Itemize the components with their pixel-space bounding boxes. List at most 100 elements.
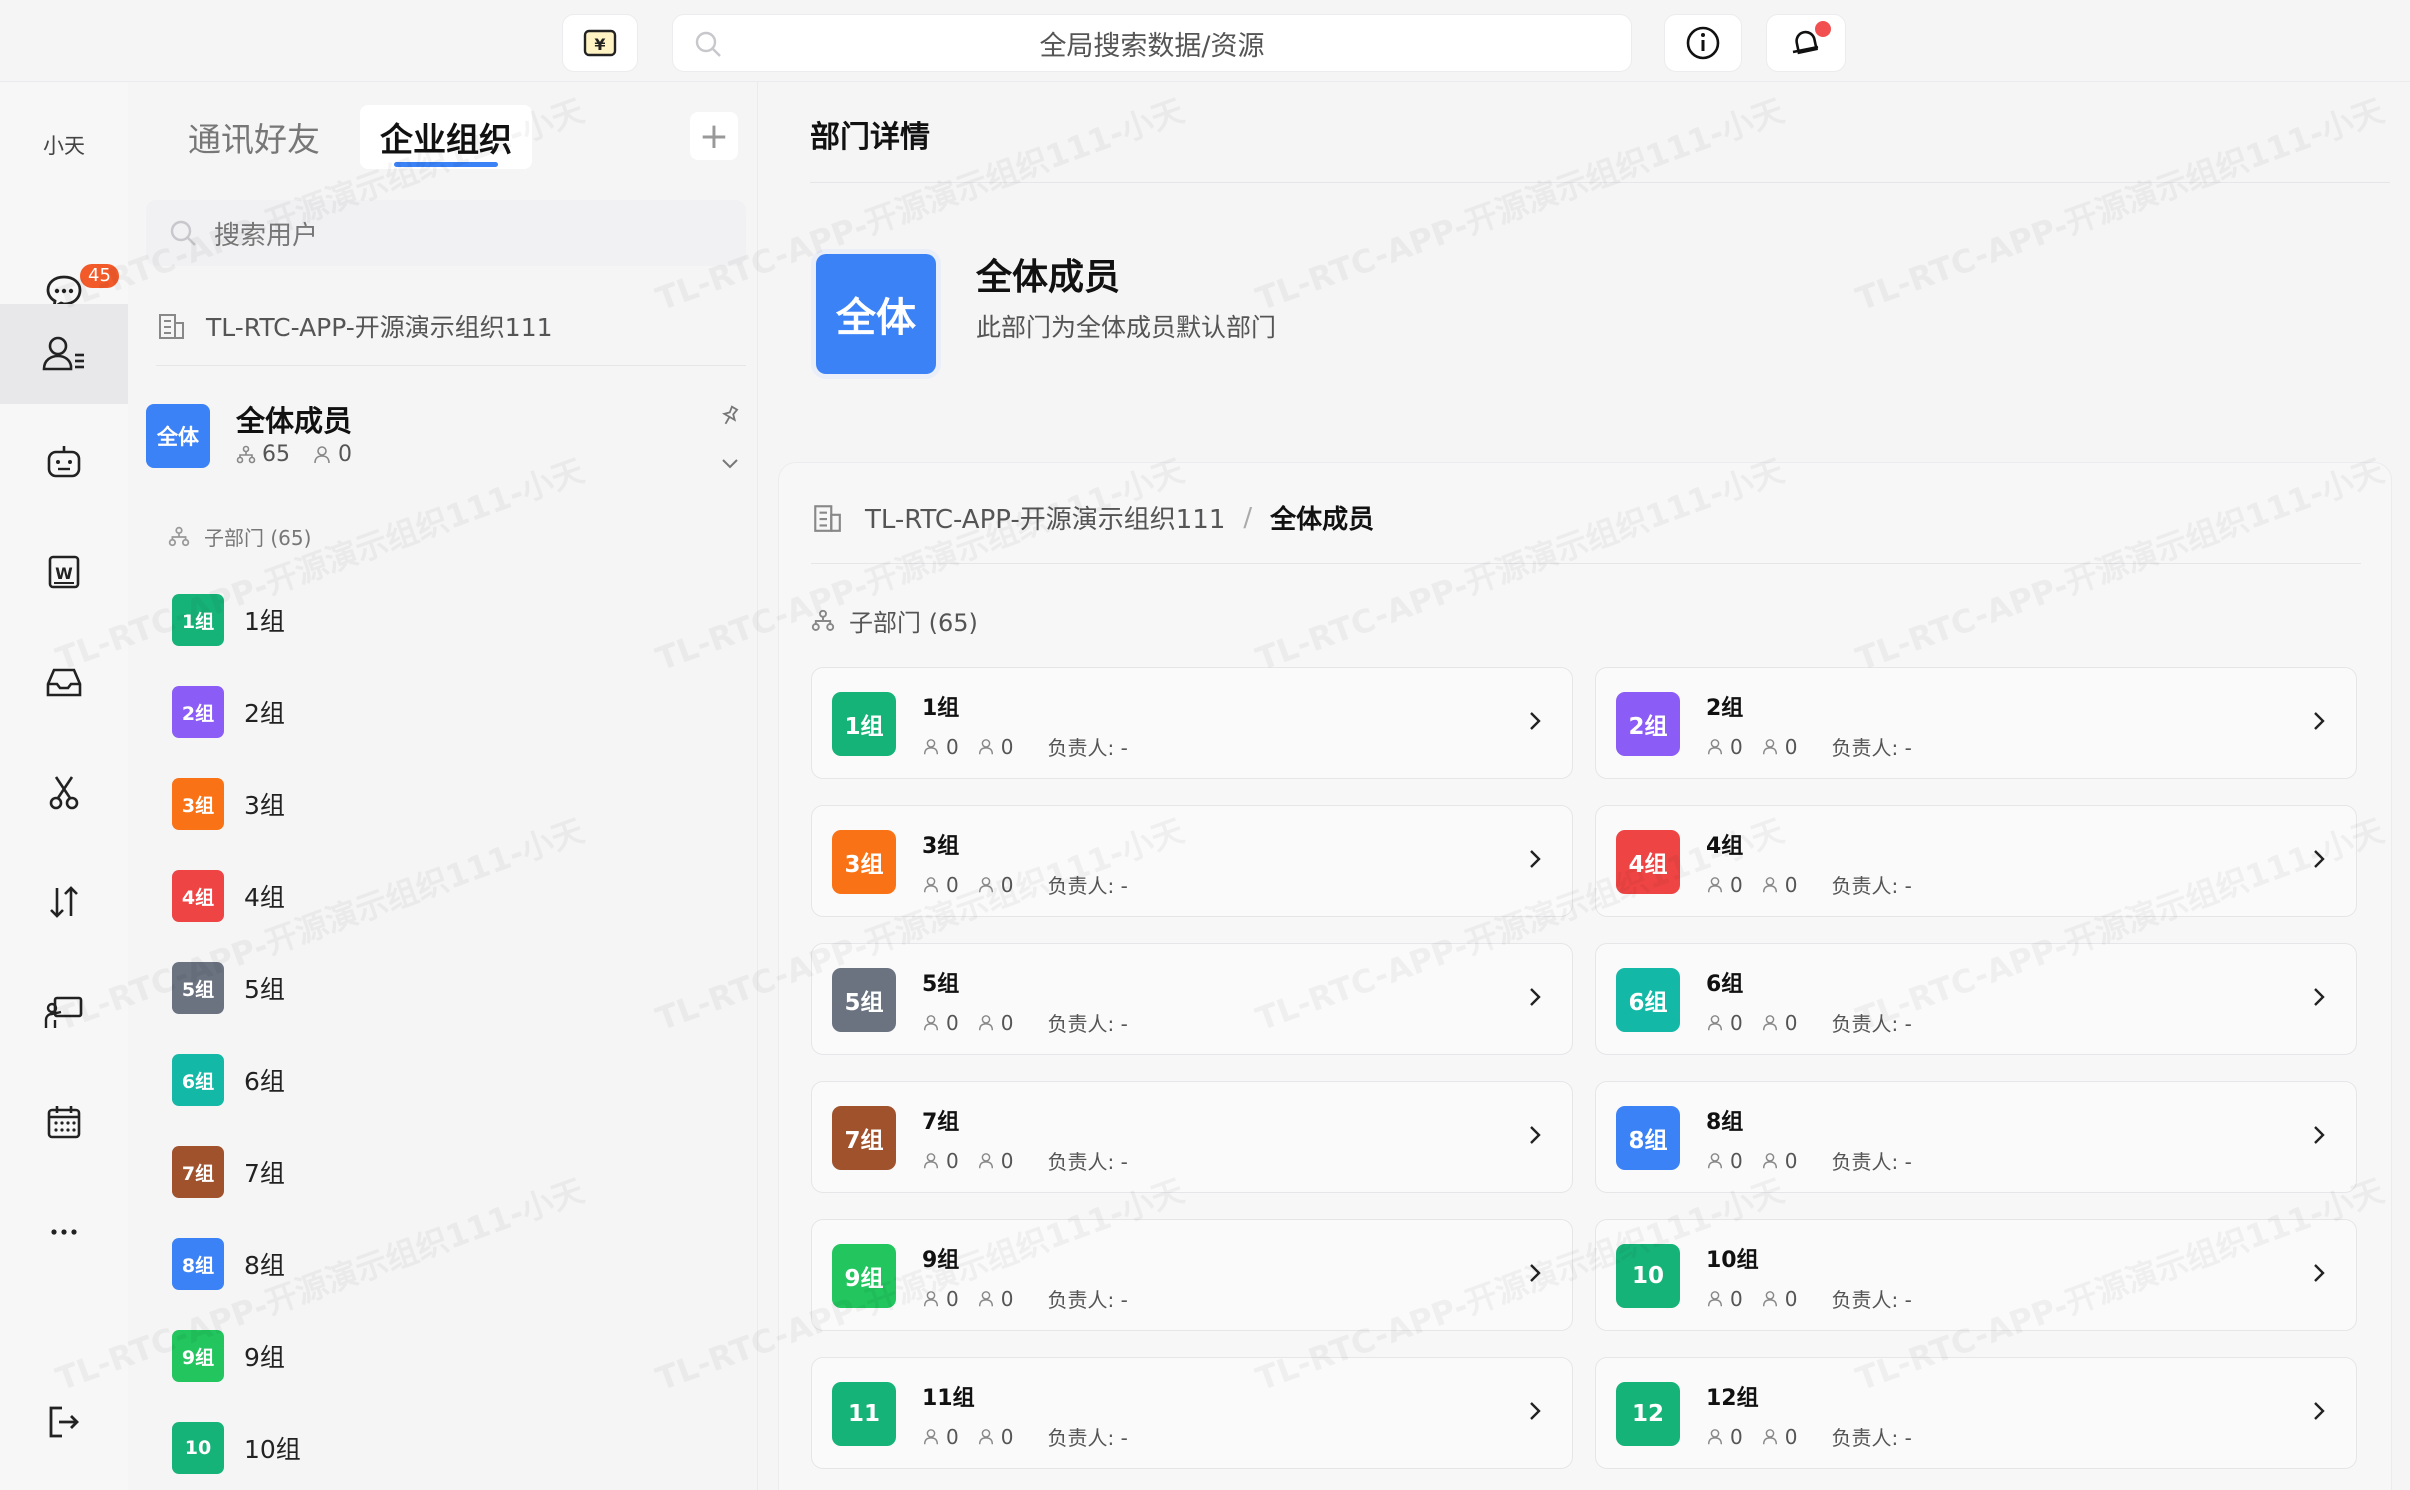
contacts-panel: 通讯好友 企业组织 + 搜索用户 TL-RTC-APP-开源演示组织111 全体… [128,82,758,1490]
pin-icon[interactable] [718,404,742,432]
payment-button[interactable]: ¥ [562,14,638,72]
admin-count: 0 [1000,1148,1014,1173]
department-leader: 负责人: - [1047,1150,1128,1174]
scissors-icon [49,776,79,810]
department-card[interactable]: 4组 4组 0 0 负责人: - [1595,805,2357,917]
department-leader: 负责人: - [1047,736,1128,760]
admin-count: 0 [1784,1424,1798,1449]
department-name: 5组 [922,972,960,997]
building-icon [814,504,841,532]
department-card[interactable]: 3组 3组 0 0 负责人: - [811,805,1573,917]
rail-inbox[interactable] [0,632,128,732]
admin-count: 0 [1000,1424,1014,1449]
tree-item[interactable]: 6组 6组 [172,1052,732,1108]
add-button[interactable]: + [690,112,738,160]
message-count-badge: 45 [80,264,119,288]
chevron-right-icon [2306,984,2332,1014]
tree-item[interactable]: 5组 5组 [172,960,732,1016]
rail-clip[interactable] [0,742,128,842]
payment-icon: ¥ [583,29,617,57]
member-count: 0 [946,734,959,759]
department-name: 1组 [922,696,960,721]
department-card[interactable]: 9组 9组 0 0 负责人: - [811,1219,1573,1331]
department-avatar: 10 [172,1422,224,1474]
search-icon [693,29,723,66]
all-members-member-count: 0 [338,442,352,467]
robot-icon [47,446,81,478]
notification-button[interactable] [1766,14,1846,72]
user-icon [978,876,993,892]
all-members-title: 全体成员 [236,404,353,438]
chevron-right-icon [1522,984,1548,1014]
department-card[interactable]: 2组 2组 0 0 负责人: - [1595,667,2357,779]
rail-more[interactable] [0,1182,128,1282]
admin-count: 0 [1000,734,1014,759]
info-button[interactable] [1664,14,1742,72]
chevron-right-icon [1522,708,1548,738]
all-members-item[interactable]: 全体 全体成员 65 0 [146,382,746,502]
department-name: 2组 [244,699,285,728]
department-card[interactable]: 1组 1组 0 0 负责人: - [811,667,1573,779]
sub-departments-heading: 子部门 (65) [168,522,311,551]
tree-item[interactable]: 7组 7组 [172,1144,732,1200]
member-count: 0 [1730,872,1743,897]
department-stats: 0 0 负责人: - [1706,1422,1912,1451]
rail-calendar[interactable] [0,1072,128,1172]
all-members-dept-count: 65 [262,442,290,467]
user-icon [923,738,939,754]
nav-rail: 小天 45 W [0,82,128,1490]
user-icon [978,1152,993,1168]
chevron-down-icon[interactable] [718,452,742,480]
user-search-input[interactable]: 搜索用户 [146,200,746,266]
tree-item[interactable]: 3组 3组 [172,776,732,832]
department-stats: 0 0 负责人: - [922,1146,1128,1175]
tree-item[interactable]: 8组 8组 [172,1236,732,1292]
rail-robot[interactable] [0,412,128,512]
department-name: 6组 [1706,972,1744,997]
department-card[interactable]: 10 10组 0 0 负责人: - [1595,1219,2357,1331]
admin-count: 0 [1784,1010,1798,1035]
department-name: 8组 [1706,1110,1744,1135]
user-icon [923,1428,939,1444]
department-card[interactable]: 5组 5组 0 0 负责人: - [811,943,1573,1055]
chevron-right-icon [2306,708,2332,738]
search-icon [170,220,196,246]
department-card[interactable]: 6组 6组 0 0 负责人: - [1595,943,2357,1055]
chevron-right-icon [1522,1260,1548,1290]
tree-item[interactable]: 9组 9组 [172,1328,732,1384]
department-card[interactable]: 12 12组 0 0 负责人: - [1595,1357,2357,1469]
user-icon [923,1290,939,1306]
chevron-right-icon [2306,846,2332,876]
user-icon [978,1014,993,1030]
department-avatar: 4组 [172,870,224,922]
user-icon [1707,1014,1723,1030]
tree-item[interactable]: 10 10组 [172,1420,732,1476]
global-search-input[interactable]: 全局搜索数据/资源 [672,14,1632,72]
sub-departments-panel: TL-RTC-APP-开源演示组织111 / 全体成员 子部门 (65) 1组 1… [778,462,2392,1490]
organization-row[interactable]: TL-RTC-APP-开源演示组织111 [156,286,746,366]
chevron-right-icon [2306,1398,2332,1428]
user-icon [978,1290,993,1306]
rail-meeting[interactable] [0,962,128,1062]
tab-contacts[interactable]: 通讯好友 [168,105,340,169]
rail-transfer[interactable] [0,852,128,952]
department-card[interactable]: 7组 7组 0 0 负责人: - [811,1081,1573,1193]
tab-organization[interactable]: 企业组织 [360,105,532,169]
info-icon [1686,26,1720,60]
rail-documents[interactable]: W [0,522,128,622]
current-user-name[interactable]: 小天 [0,130,128,160]
department-leader: 负责人: - [1047,1288,1128,1312]
tree-item[interactable]: 4组 4组 [172,868,732,924]
department-name: 4组 [244,883,285,912]
department-card[interactable]: 8组 8组 0 0 负责人: - [1595,1081,2357,1193]
department-card[interactable]: 11 11组 0 0 负责人: - [811,1357,1573,1469]
breadcrumb-organization[interactable]: TL-RTC-APP-开源演示组织111 [865,499,1225,536]
tree-item[interactable]: 1组 1组 [172,592,732,648]
tree-item[interactable]: 2组 2组 [172,684,732,740]
rail-logout[interactable] [0,1372,128,1472]
rail-contacts[interactable] [0,304,128,404]
sub-departments-heading-text: 子部门 (65) [849,609,978,637]
breadcrumb: TL-RTC-APP-开源演示组织111 / 全体成员 [811,499,1374,536]
department-avatar: 4组 [1616,830,1680,894]
department-avatar: 全体 [816,254,936,374]
